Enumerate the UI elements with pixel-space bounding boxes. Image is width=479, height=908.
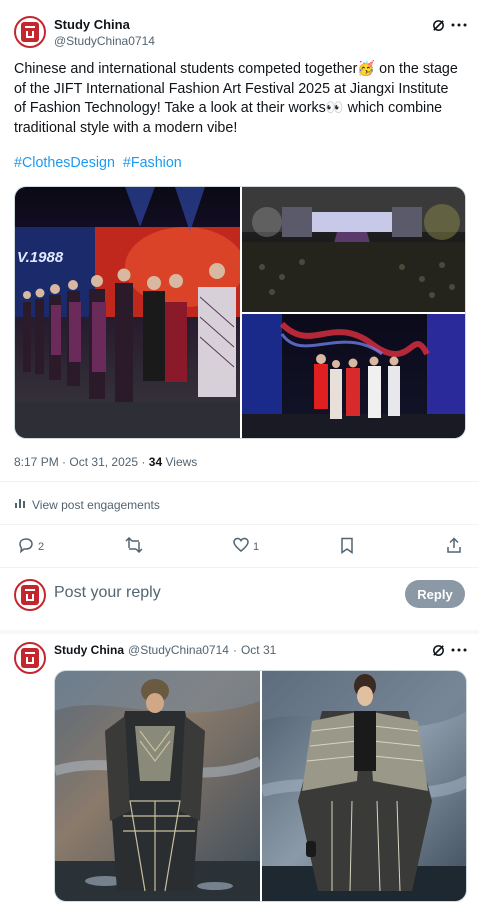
avatar-seal-icon bbox=[21, 22, 39, 42]
reply-composer: Post your reply Reply bbox=[0, 575, 479, 615]
views-count: 34 bbox=[148, 455, 163, 469]
reply-submit-button[interactable]: Reply bbox=[405, 580, 465, 608]
post-meta: 8:17 PM · Oct 31, 2025 · 34 Views bbox=[14, 455, 197, 469]
share-icon bbox=[446, 537, 462, 557]
meta-separator: · bbox=[141, 455, 146, 469]
reply-media-grid bbox=[54, 670, 467, 902]
meta-separator: · bbox=[62, 455, 67, 469]
views-label: Views bbox=[165, 455, 198, 469]
reply-button[interactable]: 2 bbox=[18, 537, 44, 556]
reply-author-handle[interactable]: @StudyChina0714 bbox=[128, 643, 229, 657]
runway-photo-main[interactable]: V.1988 bbox=[15, 187, 240, 438]
like-icon bbox=[233, 537, 249, 556]
reply-date[interactable]: Oct 31 bbox=[241, 643, 276, 657]
model-photo-right[interactable] bbox=[262, 671, 466, 901]
reply-input[interactable]: Post your reply bbox=[54, 584, 161, 602]
section-divider bbox=[0, 630, 479, 634]
repost-button[interactable] bbox=[125, 536, 143, 556]
avatar-seal-icon bbox=[21, 585, 39, 605]
post-text: Chinese and international students compe… bbox=[14, 61, 458, 136]
divider bbox=[0, 567, 479, 568]
reply-post-header: Study China @StudyChina0714 · Oct 31 bbox=[54, 643, 276, 657]
my-avatar[interactable] bbox=[14, 579, 46, 611]
media-grid: V.1988 bbox=[14, 186, 466, 439]
like-button[interactable]: 1 bbox=[233, 537, 259, 556]
divider bbox=[0, 524, 479, 525]
backdrop-text: V.1988 bbox=[17, 249, 64, 266]
reply-count: 2 bbox=[38, 540, 45, 553]
hashtag-link[interactable]: #Fashion bbox=[123, 155, 182, 171]
like-count: 1 bbox=[253, 540, 260, 553]
post-date[interactable]: Oct 31, 2025 bbox=[69, 455, 138, 469]
grok-icon[interactable] bbox=[428, 15, 448, 35]
avatar-seal-icon bbox=[21, 648, 39, 668]
post-time[interactable]: 8:17 PM bbox=[14, 455, 59, 469]
divider bbox=[0, 481, 479, 482]
analytics-icon bbox=[14, 497, 26, 512]
author-avatar[interactable] bbox=[14, 16, 46, 48]
author-name[interactable]: Study China bbox=[54, 17, 130, 32]
stage-photo[interactable] bbox=[242, 314, 465, 438]
grok-icon[interactable] bbox=[428, 640, 448, 660]
repost-icon bbox=[125, 536, 143, 556]
reply-icon bbox=[18, 537, 34, 556]
action-bar: 2 1 bbox=[0, 535, 479, 557]
author-handle[interactable]: @StudyChina0714 bbox=[54, 34, 155, 48]
share-button[interactable] bbox=[446, 537, 462, 557]
hashtags: #ClothesDesign #Fashion bbox=[14, 155, 186, 171]
model-photo-left[interactable] bbox=[55, 671, 260, 901]
view-engagements-link[interactable]: View post engagements bbox=[14, 497, 160, 512]
reply-author-avatar[interactable] bbox=[14, 642, 46, 674]
venue-photo[interactable] bbox=[242, 187, 465, 312]
engagements-label: View post engagements bbox=[32, 497, 160, 512]
bookmark-icon bbox=[340, 537, 354, 557]
more-icon[interactable] bbox=[449, 15, 469, 35]
reply-separator: · bbox=[232, 643, 237, 657]
reply-author-name[interactable]: Study China bbox=[54, 643, 124, 657]
hashtag-link[interactable]: #ClothesDesign bbox=[14, 155, 115, 171]
bookmark-button[interactable] bbox=[340, 537, 354, 557]
more-icon[interactable] bbox=[449, 640, 469, 660]
